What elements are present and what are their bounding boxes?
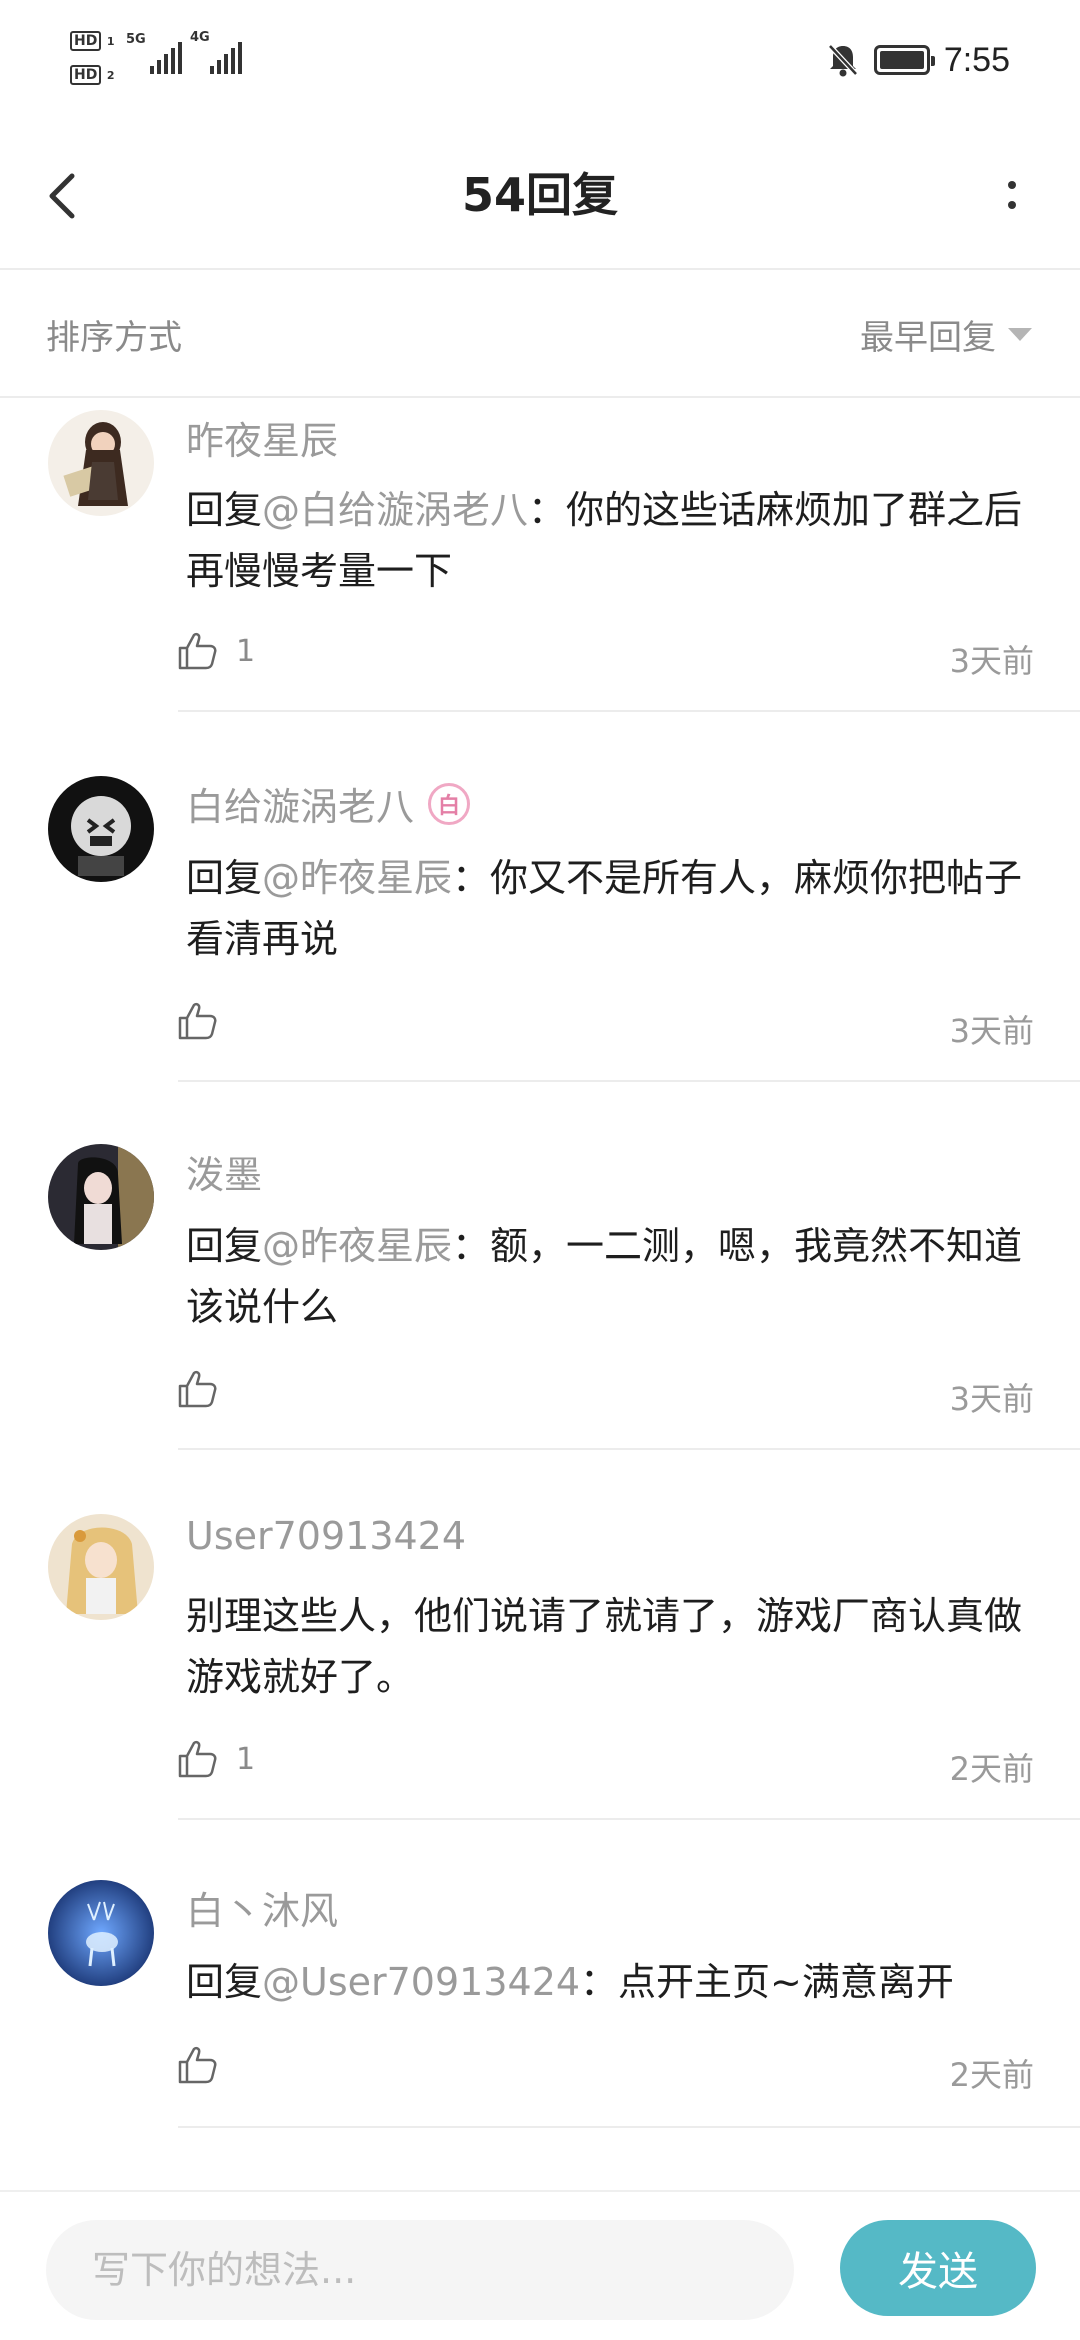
avatar[interactable] (48, 1514, 154, 1620)
comment-item: 泼墨 回复@昨夜星辰：额，一二测，嗯，我竟然不知道该说什么 3天前 (0, 1082, 1080, 1452)
thumbs-up-icon (178, 1370, 217, 1408)
sort-dropdown[interactable]: 最早回复 (860, 310, 1032, 359)
more-dot-icon (1008, 201, 1016, 209)
avatar[interactable] (48, 1880, 154, 1986)
comment-text: 回复@昨夜星辰：额，一二测，嗯，我竟然不知道该说什么 (186, 1224, 1023, 1329)
like-count: 1 (236, 633, 256, 669)
hd1-indicator: HD 1 (70, 30, 115, 51)
signal-strength-icon (150, 40, 182, 74)
username[interactable]: 白丶沐风 (186, 1880, 338, 1935)
comment-text: 回复@昨夜星辰：你又不是所有人，麻烦你把帖子看清再说 (186, 856, 1023, 961)
clock: 7:55 (943, 40, 1010, 79)
timestamp: 2天前 (949, 2056, 1034, 2094)
comment-text: 回复@User70913424：点开主页~满意离开 (186, 1960, 954, 2004)
mention-link[interactable]: @昨夜星辰 (262, 856, 452, 900)
like-button[interactable] (176, 1368, 236, 1410)
network-5g-label: 5G (126, 32, 146, 47)
divider (178, 1448, 1080, 1450)
comment-text: 回复@白给漩涡老八：你的这些话麻烦加了群之后再慢慢考量一下 (186, 488, 1023, 593)
status-bar: HD 1 HD 2 5G 4G 7:55 (0, 0, 1080, 120)
avatar[interactable] (48, 776, 154, 882)
like-count: 1 (236, 1741, 256, 1777)
thumbs-up-icon (178, 1740, 217, 1778)
comment-item: 昨夜星辰 回复@白给漩涡老八：你的这些话麻烦加了群之后再慢慢考量一下 1 3天前 (0, 400, 1080, 712)
more-options-button[interactable] (1002, 165, 1022, 225)
signal-strength-2-icon (210, 40, 242, 74)
like-button[interactable] (176, 2044, 236, 2086)
comment-item: 白丶沐风 回复@User70913424：点开主页~满意离开 2天前 (0, 1822, 1080, 2132)
username[interactable]: User70913424 (186, 1514, 466, 1558)
mention-link[interactable]: @User70913424 (262, 1960, 580, 2004)
signal-indicators: HD 1 HD 2 5G 4G (70, 30, 270, 94)
thumbs-up-icon (178, 1002, 217, 1040)
bell-mute-icon (827, 44, 858, 77)
comment-text: 别理这些人，他们说请了就请了，游戏厂商认真做游戏就好了。 (186, 1594, 1023, 1699)
like-button[interactable]: 1 (176, 630, 255, 672)
timestamp: 2天前 (949, 1750, 1034, 1788)
thumbs-up-icon (178, 632, 217, 670)
top-bar: 54回复 (0, 120, 1080, 270)
comment-item: User70913424 别理这些人，他们说请了就请了，游戏厂商认真做游戏就好了… (0, 1452, 1080, 1822)
mention-link[interactable]: @白给漩涡老八 (262, 488, 528, 532)
username[interactable]: 白给漩涡老八白 (186, 776, 471, 831)
like-button[interactable] (176, 1000, 236, 1042)
network-4g-label: 4G (190, 30, 210, 45)
divider (178, 1818, 1080, 1820)
sort-bar: 排序方式 最早回复 (0, 272, 1080, 398)
timestamp: 3天前 (949, 642, 1034, 680)
status-right: 7:55 (826, 38, 1010, 82)
comment-input-bar: 发送 (0, 2190, 1080, 2340)
like-button[interactable]: 1 (176, 1738, 255, 1780)
thumbs-up-icon (178, 2046, 217, 2084)
sort-label: 排序方式 (46, 318, 182, 358)
avatar[interactable] (48, 410, 154, 516)
comment-input[interactable] (46, 2220, 794, 2320)
username[interactable]: 泼墨 (186, 1144, 262, 1199)
divider (178, 2126, 1080, 2128)
page-title: 54回复 (461, 168, 618, 222)
timestamp: 3天前 (949, 1012, 1034, 1050)
caret-down-icon (1008, 328, 1032, 341)
comment-item: 白给漩涡老八白 回复@昨夜星辰：你又不是所有人，麻烦你把帖子看清再说 3天前 (0, 712, 1080, 1082)
more-dot-icon (1008, 181, 1016, 189)
sort-value-label: 最早回复 (860, 318, 996, 358)
level-badge: 白 (428, 782, 471, 825)
send-button[interactable]: 发送 (840, 2220, 1036, 2316)
timestamp: 3天前 (949, 1380, 1034, 1418)
hd2-indicator: HD 2 (70, 64, 115, 85)
username[interactable]: 昨夜星辰 (186, 410, 338, 465)
mention-link[interactable]: @昨夜星辰 (262, 1224, 452, 1268)
battery-icon (873, 45, 935, 75)
avatar[interactable] (48, 1144, 154, 1250)
